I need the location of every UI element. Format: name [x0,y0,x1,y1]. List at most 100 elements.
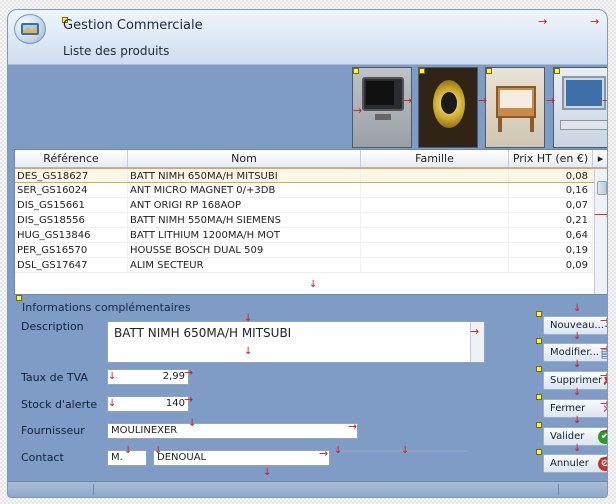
marker-icon [536,394,542,400]
cell-famille [361,228,509,242]
arrow-down-icon: ↓ [108,371,117,382]
cell-famille [361,198,509,212]
column-menu-icon[interactable]: ▸ [593,150,607,167]
cell-reference: PER_GS16570 [15,243,128,257]
cell-prix: 0,09 [509,258,593,272]
fournisseur-field[interactable]: MOULINEXER [107,423,358,439]
stock-field[interactable]: 140 [107,396,189,412]
table-row[interactable]: PER_GS16570 HOUSSE BOSCH DUAL 509 0,19 [15,243,607,258]
cell-reference: DIS_GS18556 [15,213,128,227]
status-separator [558,484,559,495]
app-title: Gestion Commerciale [63,18,203,33]
cell-reference: DSL_GS17647 [15,258,128,272]
tva-label: Taux de TVA [21,371,88,384]
arrow-right-icon: → [184,393,194,406]
nouveau-label: Nouveau... [550,320,605,331]
product-thumbnail-computer[interactable] [553,67,607,148]
marker-icon [554,68,560,74]
valider-label: Valider [550,431,585,442]
arrow-down-icon: ↓ [573,331,582,342]
description-label: Description [21,320,84,333]
scrollbar-thumb[interactable] [597,181,607,195]
arrow-down-icon: ↓ [334,445,343,456]
table-row[interactable]: HUG_GS13846 BATT LITHIUM 1200MA/H MOT 0,… [15,228,607,243]
page-subtitle: Liste des produits [63,44,170,58]
arrow-down-icon: ↓ [244,346,253,357]
cell-prix: 0,64 [509,228,593,242]
arrow-down-icon: ↓ [188,418,197,429]
fournisseur-label: Fournisseur [21,424,85,437]
app-icon[interactable] [14,14,46,44]
table-row[interactable]: DES_GS18627 BATT NIMH 650MA/H MITSUBI 0,… [15,168,607,183]
arrow-right-icon: → [353,104,363,117]
annuler-label: Annuler [550,458,589,469]
cell-reference: HUG_GS13846 [15,228,128,242]
arrow-down-icon: ↓ [124,445,133,456]
arrow-down-icon: ↓ [401,445,410,456]
cell-nom: ANT ORIGI RP 168AOP [128,198,361,212]
arrow-down-icon: ↓ [573,303,582,314]
arrow-right-icon: → [319,447,329,460]
arrow-right-icon: → [470,325,480,338]
product-grid[interactable]: Référence Nom Famille Prix HT (en €) ▸ D… [14,149,607,295]
cell-reference: DES_GS18627 [15,169,128,182]
cell-nom: ANT MICRO MAGNET 0/+3DB [128,183,361,197]
cell-prix: 0,19 [509,243,593,257]
arrow-right-icon: → [600,398,607,409]
cell-nom: HOUSSE BOSCH DUAL 509 [128,243,361,257]
arrow-down-icon: ↓ [244,313,253,324]
arrow-right-icon: → [600,343,607,354]
arrow-down-icon: ↓ [573,415,582,426]
description-field[interactable]: BATT NIMH 650MA/H MITSUBI [107,321,485,363]
product-thumbnail-watch[interactable] [418,67,478,148]
arrow-right-icon: → [538,15,548,28]
arrow-down-icon: ↓ [108,398,117,409]
arrow-right-icon: → [403,94,413,107]
product-thumbnail-chair[interactable] [485,67,545,148]
cell-famille [361,243,509,257]
column-header-famille[interactable]: Famille [361,150,509,167]
marker-icon [536,338,542,344]
stock-label: Stock d'alerte [21,398,98,411]
arrow-right-icon: → [600,315,607,326]
cell-famille [361,258,509,272]
arrow-right-icon: → [600,453,607,464]
arrow-right-icon: → [184,366,194,379]
table-row[interactable]: SER_GS16024 ANT MICRO MAGNET 0/+3DB 0,16 [15,183,607,198]
arrow-right-icon: → [546,94,556,107]
fermer-label: Fermer [550,403,586,414]
table-row[interactable]: DIS_GS18556 BATT NIMH 550MA/H SIEMENS 0,… [15,213,607,228]
arrow-right-icon: → [348,420,358,433]
tva-field[interactable]: 2,99 [107,369,189,385]
marker-icon [536,449,542,455]
marker-icon [419,68,425,74]
cell-nom: BATT NIMH 650MA/H MITSUBI [128,169,361,182]
marker-icon [486,68,492,74]
annuler-button[interactable]: Annuler ⊘ [543,454,607,473]
app-window: Gestion Commerciale Liste des produits →… [7,9,608,498]
status-bar [8,481,607,497]
arrow-down-icon: ↓ [309,279,318,290]
column-header-prix[interactable]: Prix HT (en €) [509,150,593,167]
contact-label: Contact [21,451,64,464]
grid-scrollbar[interactable] [594,169,607,294]
cell-prix: 0,16 [509,183,593,197]
cell-prix: 0,21 [509,213,593,227]
cell-nom: BATT LITHIUM 1200MA/H MOT [128,228,361,242]
contact-nom-field[interactable]: DENOUAL [153,450,330,466]
marker-icon [536,422,542,428]
arrow-right-icon: → [478,94,488,107]
cell-famille [361,169,509,182]
column-header-nom[interactable]: Nom [128,150,361,167]
supprimer-label: Supprimer [550,375,603,386]
column-header-reference[interactable]: Référence [15,150,128,167]
arrow-right-icon: → [600,370,607,381]
cell-prix: 0,08 [509,169,593,182]
marker-icon [536,366,542,372]
arrow-down-icon: ↓ [573,387,582,398]
marker-icon [536,311,542,317]
table-row[interactable]: DSL_GS17647 ALIM SECTEUR 0,09 [15,258,607,273]
table-row[interactable]: DIS_GS15661 ANT ORIGI RP 168AOP 0,07 [15,198,607,213]
arrow-right-icon: → [600,426,607,437]
arrow-right-icon: → [590,15,600,28]
